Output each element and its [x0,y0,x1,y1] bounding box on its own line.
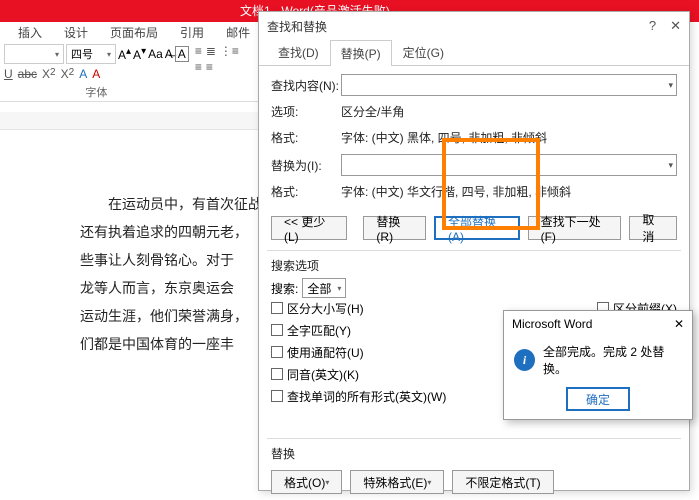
underline-icon[interactable]: U [4,67,13,81]
tab-replace[interactable]: 替换(P) [330,40,392,66]
grow-font-icon[interactable]: A▴ [118,46,131,62]
options-value: 区分全/半角 [341,103,677,120]
format-label: 格式: [271,129,341,146]
replace-label: 替换为(I): [271,157,341,174]
chevron-down-icon: ▾ [427,478,431,487]
font-size-select[interactable]: 四号▾ [66,44,116,64]
doc-line: 还有执着追求的四朝元老， [80,218,260,246]
ribbon-tab[interactable]: 引用 [172,24,212,41]
chevron-down-icon: ▾ [325,478,329,487]
opt-whole-word[interactable]: 全字匹配(Y) [271,320,446,340]
dialog-tab-strip: 查找(D) 替换(P) 定位(G) [259,40,689,66]
align-left-icon[interactable]: ≡ [195,60,202,74]
checkbox-icon [271,390,283,402]
change-case-icon[interactable]: Aa [148,47,163,61]
superscript-icon[interactable]: X2 [61,67,75,81]
font-group-label: 字体 [4,84,189,100]
search-options-title: 搜索选项 [259,255,689,276]
chevron-down-icon: ▾ [107,50,111,59]
replace-format-value: 字体: (中文) 华文行楷, 四号, 非加粗, 非倾斜 [341,183,677,200]
message-text: 全部完成。完成 2 处替换。 [543,343,682,377]
close-icon[interactable]: ✕ [674,317,684,331]
tab-find[interactable]: 查找(D) [267,39,330,65]
format-label-2: 格式: [271,183,341,200]
message-title-bar[interactable]: Microsoft Word ✕ [504,311,692,337]
replace-all-button[interactable]: 全部替换(A) [434,216,520,240]
search-scope-select[interactable]: 全部 ▾ [302,278,346,298]
numbering-icon[interactable]: ≣ [206,44,216,58]
close-icon[interactable]: ✕ [670,18,681,34]
subscript-icon[interactable]: X2 [42,67,56,81]
tab-goto[interactable]: 定位(G) [392,39,455,65]
font-group: ▾ 四号▾ A▴ A▾ Aa A̶ A U abc X2 X2 A A 字体 [4,44,189,99]
dialog-title-bar[interactable]: 查找和替换 ? ✕ [259,12,689,40]
clear-format-icon[interactable]: A̶ [165,47,173,61]
text-effects-icon[interactable]: A [79,67,87,81]
cancel-button[interactable]: 取消 [629,216,677,240]
dialog-title: 查找和替换 [267,18,327,35]
checkbox-icon [271,302,283,314]
options-label: 选项: [271,103,341,120]
document-body[interactable]: 在运动员中，有首次征战 还有执着追求的四朝元老， 些事让人刻骨铭心。对于 龙等人… [80,190,260,358]
message-title: Microsoft Word [512,317,592,331]
ribbon-tab[interactable]: 页面布局 [102,24,166,41]
find-format-value: 字体: (中文) 黑体, 四号, 非加粗, 非倾斜 [341,129,677,146]
opt-wildcards[interactable]: 使用通配符(U) [271,342,446,362]
chevron-down-icon: ▾ [55,50,59,59]
multilevel-icon[interactable]: ⋮≡ [220,44,239,58]
ribbon-tab[interactable]: 插入 [10,24,50,41]
replace-input[interactable]: ▾ [341,154,677,176]
find-next-button[interactable]: 查找下一处(F) [528,216,622,240]
opt-match-case[interactable]: 区分大小写(H) [271,298,446,318]
ribbon-tab[interactable]: 邮件 [218,24,258,41]
info-icon: i [514,349,535,371]
doc-line: 龙等人而言，东京奥运会 [80,274,260,302]
doc-line: 运动生涯，他们荣誉满身， [80,302,260,330]
char-border-icon[interactable]: A [175,46,189,62]
find-label: 查找内容(N): [271,77,341,94]
replace-button[interactable]: 替换(R) [363,216,426,240]
ribbon-area: ▾ 四号▾ A▴ A▾ Aa A̶ A U abc X2 X2 A A 字体 ≡… [0,42,260,102]
replace-bottom-buttons: 格式(O) ▾ 特殊格式(E) ▾ 不限定格式(T) [259,464,689,500]
find-input[interactable]: ▾ [341,74,677,96]
message-box: Microsoft Word ✕ i 全部完成。完成 2 处替换。 确定 [503,310,693,420]
dialog-button-row: << 更少(L) 替换(R) 全部替换(A) 查找下一处(F) 取消 [259,210,689,246]
checkbox-icon [271,368,283,380]
doc-line: 在运动员中，有首次征战 [80,190,260,218]
checkbox-icon [271,324,283,336]
doc-line: 些事让人刻骨铭心。对于 [80,246,260,274]
align-center-icon[interactable]: ≡ [206,60,213,74]
checkbox-icon [271,346,283,358]
ruler [0,112,260,130]
replace-section-title: 替换 [259,443,689,464]
opt-sounds-like[interactable]: 同音(英文)(K) [271,364,446,384]
bullets-icon[interactable]: ≡ [195,44,202,58]
dialog-form: 查找内容(N): ▾ 选项: 区分全/半角 格式: 字体: (中文) 黑体, 四… [259,66,689,210]
special-button[interactable]: 特殊格式(E) ▾ [350,470,444,494]
help-icon[interactable]: ? [649,18,656,34]
paragraph-group: ≡ ≣ ⋮≡ ≡ ≡ [195,44,239,99]
doc-line: 们都是中国体育的一座丰 [80,330,260,358]
format-button[interactable]: 格式(O) ▾ [271,470,342,494]
shrink-font-icon[interactable]: A▾ [133,46,146,62]
font-color-icon[interactable]: A [92,67,100,81]
opt-word-forms[interactable]: 查找单词的所有形式(英文)(W) [271,386,446,406]
search-scope-label: 搜索: [271,280,298,297]
chevron-down-icon: ▾ [668,160,673,171]
no-format-button[interactable]: 不限定格式(T) [452,470,553,494]
chevron-down-icon: ▾ [337,284,341,293]
chevron-down-icon: ▾ [668,80,673,91]
font-name-select[interactable]: ▾ [4,44,64,64]
less-button[interactable]: << 更少(L) [271,216,347,240]
ribbon-tab[interactable]: 设计 [56,24,96,41]
strikethrough-icon[interactable]: abc [18,67,37,81]
ok-button[interactable]: 确定 [566,387,630,411]
